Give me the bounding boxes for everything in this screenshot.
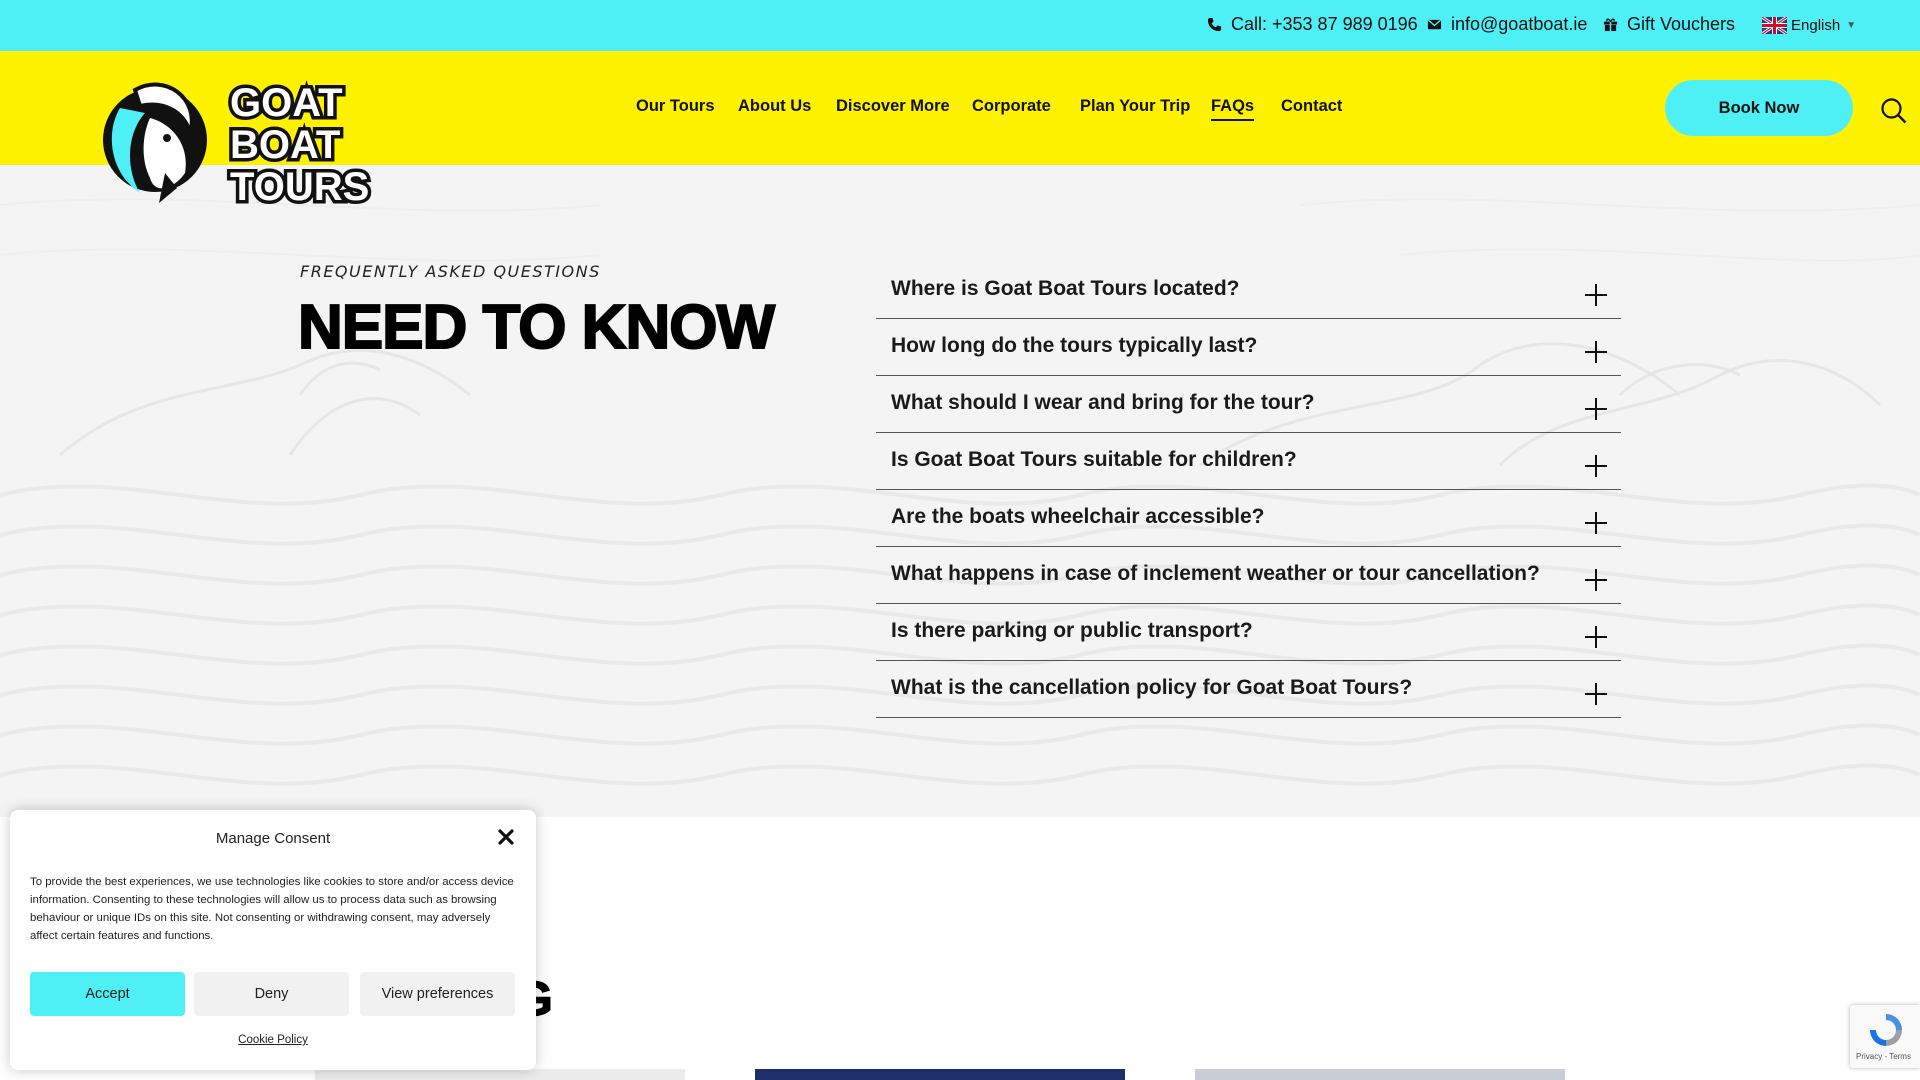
phone-text: Call: +353 87 989 0196: [1231, 14, 1418, 34]
uk-flag-icon: [1762, 17, 1787, 34]
faq-question: Is Goat Boat Tours suitable for children…: [891, 448, 1297, 471]
plus-icon[interactable]: [1585, 569, 1607, 591]
gift-vouchers-text: Gift Vouchers: [1627, 14, 1736, 34]
consent-title: Manage Consent: [215, 830, 331, 847]
faq-item[interactable]: What is the cancellation policy for Goat…: [876, 661, 1621, 718]
blog-card-image[interactable]: [755, 1069, 1125, 1080]
top-contact-bar: Call: +353 87 989 0196 info@goatboat.ie …: [0, 0, 1920, 51]
recaptcha-icon: [1870, 1014, 1902, 1046]
recaptcha-links[interactable]: Privacy - Terms: [1856, 1052, 1911, 1061]
faq-question: Are the boats wheelchair accessible?: [891, 505, 1265, 528]
faq-question: What should I wear and bring for the tou…: [891, 391, 1315, 414]
close-icon[interactable]: [496, 827, 516, 847]
cookie-policy-link[interactable]: Cookie Policy: [10, 1034, 536, 1046]
nav-item-corporate[interactable]: Corporate: [972, 97, 1051, 116]
email-text: info@goatboat.ie: [1451, 14, 1588, 34]
nav-item-contact[interactable]: Contact: [1281, 97, 1342, 116]
logo-line-tours: TOURS: [230, 165, 369, 209]
nav-item-our-tours[interactable]: Our Tours: [636, 97, 715, 116]
deny-button[interactable]: Deny: [194, 972, 349, 1016]
faq-item[interactable]: Is Goat Boat Tours suitable for children…: [876, 433, 1621, 490]
search-icon[interactable]: [1880, 97, 1907, 124]
nav-item-faqs[interactable]: FAQs: [1211, 97, 1255, 121]
book-now-button[interactable]: Book Now: [1665, 80, 1853, 136]
cookie-consent-dialog: Manage Consent To provide the best exper…: [10, 810, 536, 1070]
nav-item-discover-more[interactable]: Discover More: [836, 97, 950, 116]
page-title: NEED TO KNOW: [297, 292, 776, 363]
faq-question: What is the cancellation policy for Goat…: [891, 676, 1413, 699]
accept-button[interactable]: Accept: [30, 972, 185, 1016]
logo-line-goat: GOAT: [230, 81, 343, 125]
gift-icon: [1603, 18, 1618, 32]
nav-item-plan-your-trip[interactable]: Plan Your Trip: [1080, 97, 1190, 116]
goat-boat-tours-logo[interactable]: GOAT BOAT TOURS: [95, 78, 385, 213]
faq-question: How long do the tours typically last?: [891, 334, 1258, 357]
view-preferences-button[interactable]: View preferences: [360, 972, 515, 1016]
gift-vouchers-link[interactable]: Gift Vouchers: [1603, 14, 1735, 35]
faq-question: Is there parking or public transport?: [891, 619, 1253, 642]
faq-question: Where is Goat Boat Tours located?: [891, 277, 1240, 300]
logo-line-boat: BOAT: [230, 123, 340, 167]
plus-icon[interactable]: [1585, 626, 1607, 648]
language-label: English: [1791, 17, 1841, 34]
plus-icon[interactable]: [1585, 512, 1607, 534]
blog-card-image[interactable]: [1195, 1069, 1565, 1080]
faq-question: What happens in case of inclement weathe…: [891, 562, 1540, 585]
blog-card-image[interactable]: [315, 1069, 685, 1080]
plus-icon[interactable]: [1585, 284, 1607, 306]
plus-icon[interactable]: [1585, 341, 1607, 363]
consent-description: To provide the best experiences, we use …: [30, 876, 514, 942]
nav-item-about-us[interactable]: About Us: [738, 97, 811, 116]
plus-icon[interactable]: [1585, 398, 1607, 420]
chevron-down-icon: ▼: [1846, 20, 1857, 31]
faq-item[interactable]: What happens in case of inclement weathe…: [876, 547, 1621, 604]
phone-icon: [1207, 17, 1222, 32]
phone-link[interactable]: Call: +353 87 989 0196: [1207, 14, 1418, 35]
recaptcha-badge[interactable]: Privacy - Terms: [1850, 1005, 1920, 1068]
faq-eyebrow: FREQUENTLY ASKED QUESTIONS: [300, 262, 601, 281]
faq-item[interactable]: Is there parking or public transport?: [876, 604, 1621, 661]
faq-item[interactable]: How long do the tours typically last?: [876, 319, 1621, 376]
plus-icon[interactable]: [1585, 455, 1607, 477]
faq-item[interactable]: Where is Goat Boat Tours located?: [876, 262, 1621, 319]
envelope-icon: [1427, 19, 1442, 30]
email-link[interactable]: info@goatboat.ie: [1427, 14, 1587, 35]
faq-item[interactable]: Are the boats wheelchair accessible?: [876, 490, 1621, 547]
plus-icon[interactable]: [1585, 683, 1607, 705]
faq-accordion: Where is Goat Boat Tours located? How lo…: [876, 262, 1621, 718]
faq-item[interactable]: What should I wear and bring for the tou…: [876, 376, 1621, 433]
language-switcher[interactable]: English ▼: [1762, 17, 1856, 34]
